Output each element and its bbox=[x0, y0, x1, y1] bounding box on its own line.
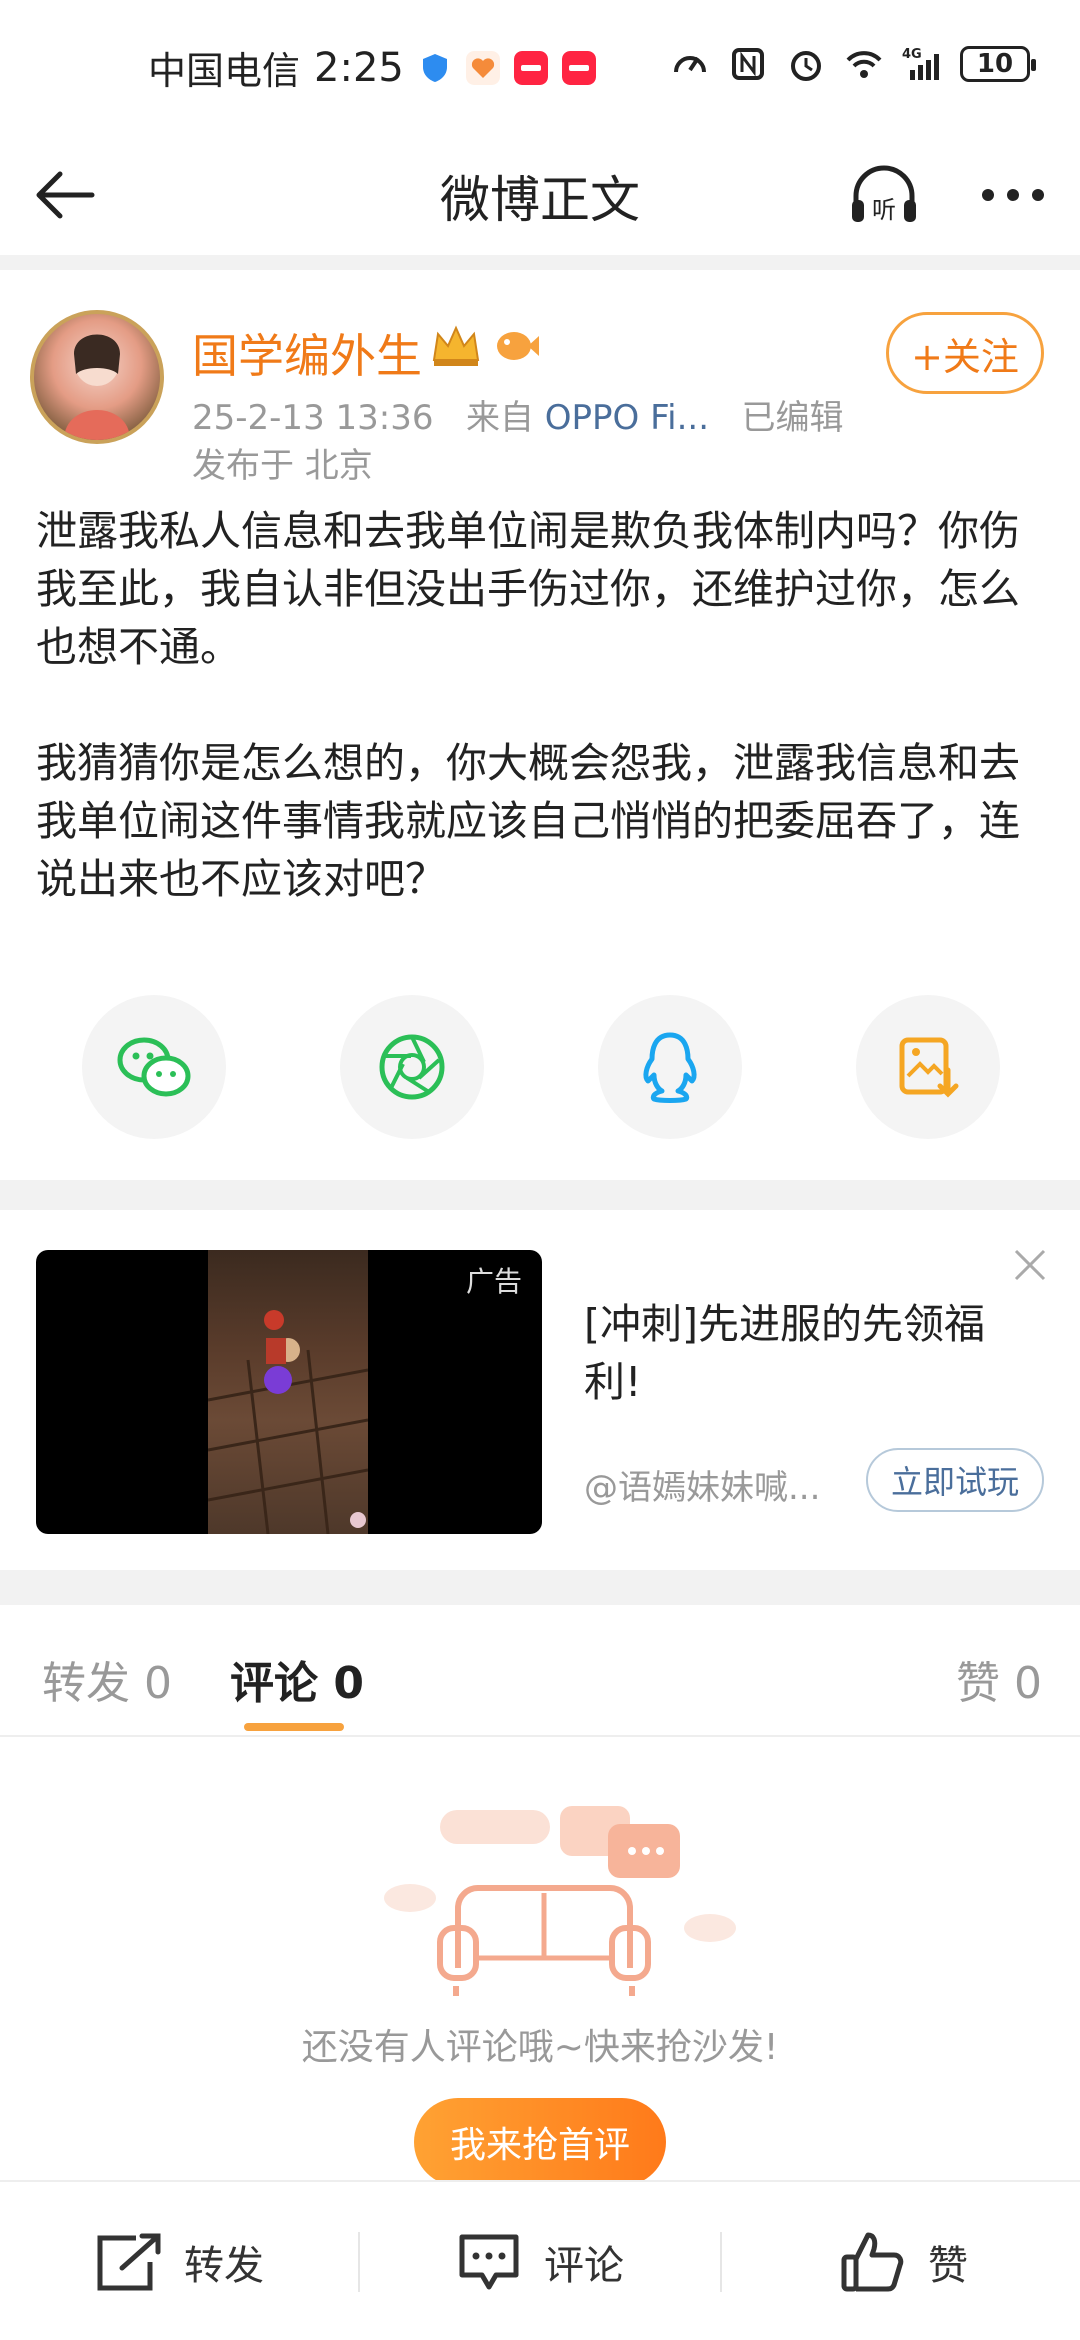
fish-badge-icon bbox=[497, 332, 539, 360]
like-label: 赞 bbox=[928, 2243, 968, 2289]
ad-title[interactable]: [冲刺]先进服的先领福利! bbox=[584, 1295, 1024, 1411]
listen-headphones-icon[interactable]: 听 bbox=[846, 158, 922, 234]
ad-tag: 广告 bbox=[465, 1265, 522, 1298]
bar-divider bbox=[358, 2232, 360, 2292]
avatar-illustration bbox=[64, 334, 130, 440]
edited-label: 已编辑 bbox=[741, 398, 844, 438]
post-source[interactable]: OPPO Fi... bbox=[545, 398, 709, 438]
like-button[interactable]: 赞 bbox=[840, 2182, 968, 2340]
vip-crown-icon bbox=[432, 325, 480, 366]
ad-video[interactable]: 广告 bbox=[36, 1250, 542, 1534]
bar-divider bbox=[720, 2232, 722, 2292]
nfc-icon bbox=[732, 48, 764, 80]
empty-message: 还没有人评论哦~快来抢沙发! bbox=[301, 2027, 779, 2068]
xiaohongshu-icon bbox=[513, 50, 548, 85]
post-content: 泄露我私人信息和去我单位闹是欺负我体制内吗？你伤我至此，我自认非但没出手伤过你，… bbox=[36, 502, 1046, 966]
repost-icon bbox=[97, 2233, 161, 2291]
speedometer-icon bbox=[674, 56, 706, 73]
share-qq-button[interactable] bbox=[598, 995, 742, 1139]
thumbs-up-icon bbox=[841, 2232, 904, 2292]
ad-game-scene bbox=[207, 1250, 369, 1534]
save-image-button[interactable] bbox=[856, 995, 1000, 1139]
health-icon bbox=[465, 50, 500, 85]
empty-comments: 还没有人评论哦~快来抢沙发! 我来抢首评 bbox=[0, 1738, 1080, 2186]
first-comment-button[interactable]: 我来抢首评 bbox=[414, 2098, 666, 2186]
moments-icon bbox=[379, 1034, 445, 1100]
section-divider bbox=[0, 255, 1080, 270]
follow-button[interactable]: +关注 bbox=[886, 312, 1044, 394]
close-icon[interactable] bbox=[1010, 1245, 1050, 1285]
section-divider bbox=[0, 1180, 1080, 1210]
tab-repost[interactable]: 转发 0 bbox=[42, 1647, 172, 1711]
post-meta: 25-2-13 13:36 来自 OPPO Fi... 已编辑 bbox=[192, 390, 843, 439]
sofa-illustration-icon bbox=[384, 1806, 736, 1996]
interaction-tabs: 转发 0 评论 0 赞 0 bbox=[0, 1605, 1080, 1737]
tab-like[interactable]: 赞 0 bbox=[956, 1647, 1042, 1711]
share-moments-button[interactable] bbox=[340, 995, 484, 1139]
wechat-icon bbox=[117, 1037, 191, 1097]
comment-icon bbox=[459, 2234, 519, 2290]
username[interactable]: 国学编外生 bbox=[192, 320, 422, 386]
source-prefix: 来自 bbox=[465, 398, 534, 438]
repost-button[interactable]: 转发 bbox=[96, 2182, 264, 2340]
share-wechat-button[interactable] bbox=[82, 995, 226, 1139]
alarm-icon bbox=[791, 51, 821, 81]
comment-label: 评论 bbox=[544, 2243, 624, 2289]
status-bar: 中国电信 2:25 4G 10 bbox=[0, 0, 1080, 130]
battery-indicator: 10 bbox=[960, 46, 1036, 82]
top-nav: 微博正文 听 bbox=[0, 130, 1080, 255]
share-row bbox=[0, 995, 1080, 1145]
post-paragraph: 泄露我私人信息和去我单位闹是欺负我体制内吗？你伤我至此，我自认非但没出手伤过你，… bbox=[36, 507, 1020, 671]
clock: 2:25 bbox=[314, 44, 404, 91]
status-left: 中国电信 2:25 bbox=[148, 40, 596, 95]
carrier-label: 中国电信 bbox=[148, 49, 301, 93]
signal-icon: 4G bbox=[902, 47, 939, 80]
ad-try-button[interactable]: 立即试玩 bbox=[866, 1448, 1044, 1512]
bottom-action-bar: 转发 评论 赞 bbox=[0, 2180, 1080, 2340]
ad-card: 广告 [冲刺]先进服的先领福利! @语嫣妹妹喊... 立即试玩 bbox=[0, 1210, 1080, 1570]
qq-icon bbox=[643, 1032, 697, 1103]
status-right: 4G 10 bbox=[670, 44, 1036, 84]
section-divider bbox=[0, 1570, 1080, 1605]
tab-comment[interactable]: 评论 0 bbox=[230, 1647, 364, 1711]
wifi-icon bbox=[846, 51, 882, 78]
post-card: 国学编外生 +关注 25-2-13 13:36 来自 OPPO Fi... 已编… bbox=[0, 270, 1080, 1180]
post-paragraph: 我猜猜你是怎么想的，你大概会怨我，泄露我信息和去我单位闹这件事情我就应该自己悄悄… bbox=[36, 739, 1020, 903]
repost-label: 转发 bbox=[184, 2243, 264, 2289]
active-tab-indicator bbox=[244, 1723, 344, 1731]
comment-button[interactable]: 评论 bbox=[456, 2182, 624, 2340]
shield-icon bbox=[422, 53, 447, 82]
save-image-icon bbox=[899, 1037, 959, 1098]
post-location: 发布于 北京 bbox=[192, 446, 373, 486]
post-date: 25-2-13 13:36 bbox=[192, 398, 434, 438]
svg-text:4G: 4G bbox=[902, 47, 922, 62]
avatar[interactable] bbox=[30, 310, 164, 444]
svg-text:听: 听 bbox=[872, 196, 896, 224]
xiaohongshu-icon-2 bbox=[561, 50, 596, 85]
ad-game-image bbox=[207, 1310, 369, 1534]
more-menu-icon[interactable] bbox=[980, 180, 1046, 210]
ad-account[interactable]: @语嫣妹妹喊... bbox=[584, 1460, 844, 1509]
